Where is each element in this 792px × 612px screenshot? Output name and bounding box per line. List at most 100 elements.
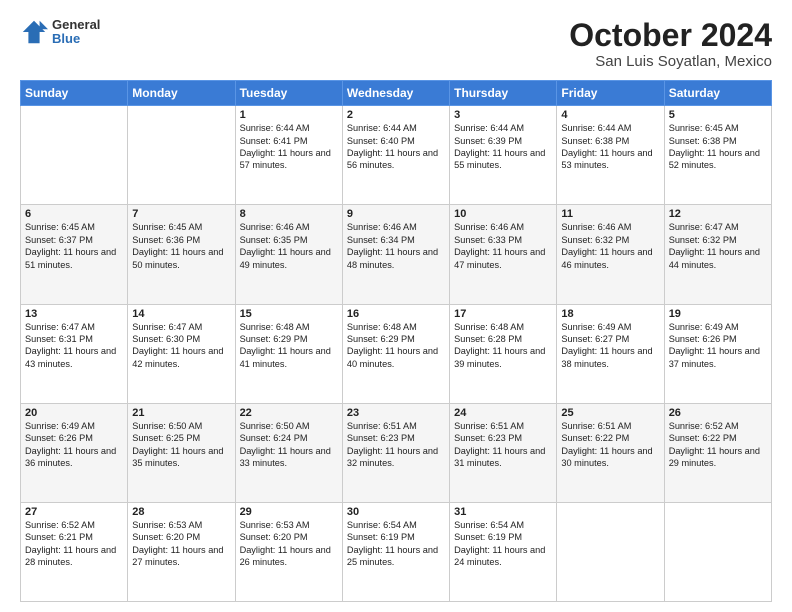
cell-text: Sunrise: 6:50 AMSunset: 6:24 PMDaylight:…: [240, 420, 338, 470]
calendar-cell: 10Sunrise: 6:46 AMSunset: 6:33 PMDayligh…: [450, 205, 557, 304]
cell-text: Sunrise: 6:46 AMSunset: 6:35 PMDaylight:…: [240, 221, 338, 271]
calendar-cell: 9Sunrise: 6:46 AMSunset: 6:34 PMDaylight…: [342, 205, 449, 304]
day-number: 26: [669, 407, 767, 419]
weekday-header-tuesday: Tuesday: [235, 81, 342, 106]
calendar-cell: 1Sunrise: 6:44 AMSunset: 6:41 PMDaylight…: [235, 106, 342, 205]
cell-text: Sunrise: 6:46 AMSunset: 6:32 PMDaylight:…: [561, 221, 659, 271]
cell-text: Sunrise: 6:45 AMSunset: 6:38 PMDaylight:…: [669, 122, 767, 172]
calendar-cell: 29Sunrise: 6:53 AMSunset: 6:20 PMDayligh…: [235, 502, 342, 601]
day-number: 25: [561, 407, 659, 419]
day-number: 11: [561, 208, 659, 220]
calendar-cell: 21Sunrise: 6:50 AMSunset: 6:25 PMDayligh…: [128, 403, 235, 502]
weekday-header-thursday: Thursday: [450, 81, 557, 106]
cell-text: Sunrise: 6:47 AMSunset: 6:30 PMDaylight:…: [132, 321, 230, 371]
cell-text: Sunrise: 6:54 AMSunset: 6:19 PMDaylight:…: [454, 519, 552, 569]
day-number: 29: [240, 506, 338, 518]
month-title: October 2024: [569, 18, 772, 53]
calendar-cell: 4Sunrise: 6:44 AMSunset: 6:38 PMDaylight…: [557, 106, 664, 205]
cell-text: Sunrise: 6:52 AMSunset: 6:21 PMDaylight:…: [25, 519, 123, 569]
day-number: 22: [240, 407, 338, 419]
calendar-cell: 7Sunrise: 6:45 AMSunset: 6:36 PMDaylight…: [128, 205, 235, 304]
calendar-cell: 2Sunrise: 6:44 AMSunset: 6:40 PMDaylight…: [342, 106, 449, 205]
cell-text: Sunrise: 6:50 AMSunset: 6:25 PMDaylight:…: [132, 420, 230, 470]
calendar-cell: 15Sunrise: 6:48 AMSunset: 6:29 PMDayligh…: [235, 304, 342, 403]
day-number: 4: [561, 109, 659, 121]
cell-text: Sunrise: 6:48 AMSunset: 6:28 PMDaylight:…: [454, 321, 552, 371]
cell-text: Sunrise: 6:47 AMSunset: 6:32 PMDaylight:…: [669, 221, 767, 271]
day-number: 21: [132, 407, 230, 419]
cell-text: Sunrise: 6:49 AMSunset: 6:26 PMDaylight:…: [25, 420, 123, 470]
day-number: 6: [25, 208, 123, 220]
logo: General Blue: [20, 18, 100, 47]
weekday-header-friday: Friday: [557, 81, 664, 106]
day-number: 24: [454, 407, 552, 419]
day-number: 8: [240, 208, 338, 220]
day-number: 15: [240, 308, 338, 320]
day-number: 1: [240, 109, 338, 121]
calendar-week-5: 27Sunrise: 6:52 AMSunset: 6:21 PMDayligh…: [21, 502, 772, 601]
cell-text: Sunrise: 6:45 AMSunset: 6:36 PMDaylight:…: [132, 221, 230, 271]
cell-text: Sunrise: 6:46 AMSunset: 6:33 PMDaylight:…: [454, 221, 552, 271]
day-number: 12: [669, 208, 767, 220]
calendar-week-4: 20Sunrise: 6:49 AMSunset: 6:26 PMDayligh…: [21, 403, 772, 502]
calendar-week-1: 1Sunrise: 6:44 AMSunset: 6:41 PMDaylight…: [21, 106, 772, 205]
calendar-cell: 3Sunrise: 6:44 AMSunset: 6:39 PMDaylight…: [450, 106, 557, 205]
day-number: 2: [347, 109, 445, 121]
header: General Blue October 2024 San Luis Soyat…: [20, 18, 772, 70]
cell-text: Sunrise: 6:44 AMSunset: 6:41 PMDaylight:…: [240, 122, 338, 172]
weekday-header-monday: Monday: [128, 81, 235, 106]
calendar-cell: [21, 106, 128, 205]
weekday-header-sunday: Sunday: [21, 81, 128, 106]
page: General Blue October 2024 San Luis Soyat…: [0, 0, 792, 612]
logo-icon: [20, 18, 48, 46]
cell-text: Sunrise: 6:49 AMSunset: 6:26 PMDaylight:…: [669, 321, 767, 371]
calendar-cell: [664, 502, 771, 601]
calendar-table: SundayMondayTuesdayWednesdayThursdayFrid…: [20, 80, 772, 602]
calendar-cell: 26Sunrise: 6:52 AMSunset: 6:22 PMDayligh…: [664, 403, 771, 502]
calendar-cell: 27Sunrise: 6:52 AMSunset: 6:21 PMDayligh…: [21, 502, 128, 601]
calendar-cell: 14Sunrise: 6:47 AMSunset: 6:30 PMDayligh…: [128, 304, 235, 403]
day-number: 31: [454, 506, 552, 518]
day-number: 5: [669, 109, 767, 121]
weekday-header-row: SundayMondayTuesdayWednesdayThursdayFrid…: [21, 81, 772, 106]
day-number: 17: [454, 308, 552, 320]
cell-text: Sunrise: 6:51 AMSunset: 6:23 PMDaylight:…: [347, 420, 445, 470]
calendar-cell: 6Sunrise: 6:45 AMSunset: 6:37 PMDaylight…: [21, 205, 128, 304]
cell-text: Sunrise: 6:53 AMSunset: 6:20 PMDaylight:…: [240, 519, 338, 569]
day-number: 14: [132, 308, 230, 320]
calendar-week-2: 6Sunrise: 6:45 AMSunset: 6:37 PMDaylight…: [21, 205, 772, 304]
calendar-cell: 11Sunrise: 6:46 AMSunset: 6:32 PMDayligh…: [557, 205, 664, 304]
cell-text: Sunrise: 6:51 AMSunset: 6:23 PMDaylight:…: [454, 420, 552, 470]
cell-text: Sunrise: 6:52 AMSunset: 6:22 PMDaylight:…: [669, 420, 767, 470]
calendar-cell: 12Sunrise: 6:47 AMSunset: 6:32 PMDayligh…: [664, 205, 771, 304]
calendar-cell: 5Sunrise: 6:45 AMSunset: 6:38 PMDaylight…: [664, 106, 771, 205]
logo-blue: Blue: [52, 32, 100, 46]
cell-text: Sunrise: 6:45 AMSunset: 6:37 PMDaylight:…: [25, 221, 123, 271]
logo-general: General: [52, 18, 100, 32]
day-number: 27: [25, 506, 123, 518]
day-number: 16: [347, 308, 445, 320]
day-number: 10: [454, 208, 552, 220]
cell-text: Sunrise: 6:49 AMSunset: 6:27 PMDaylight:…: [561, 321, 659, 371]
day-number: 7: [132, 208, 230, 220]
location: San Luis Soyatlan, Mexico: [569, 53, 772, 70]
day-number: 18: [561, 308, 659, 320]
day-number: 20: [25, 407, 123, 419]
calendar-cell: 16Sunrise: 6:48 AMSunset: 6:29 PMDayligh…: [342, 304, 449, 403]
day-number: 30: [347, 506, 445, 518]
weekday-header-saturday: Saturday: [664, 81, 771, 106]
cell-text: Sunrise: 6:48 AMSunset: 6:29 PMDaylight:…: [240, 321, 338, 371]
calendar-cell: 18Sunrise: 6:49 AMSunset: 6:27 PMDayligh…: [557, 304, 664, 403]
cell-text: Sunrise: 6:46 AMSunset: 6:34 PMDaylight:…: [347, 221, 445, 271]
calendar-cell: [557, 502, 664, 601]
calendar-cell: 20Sunrise: 6:49 AMSunset: 6:26 PMDayligh…: [21, 403, 128, 502]
calendar-week-3: 13Sunrise: 6:47 AMSunset: 6:31 PMDayligh…: [21, 304, 772, 403]
day-number: 28: [132, 506, 230, 518]
day-number: 23: [347, 407, 445, 419]
calendar-cell: [128, 106, 235, 205]
cell-text: Sunrise: 6:48 AMSunset: 6:29 PMDaylight:…: [347, 321, 445, 371]
calendar-cell: 8Sunrise: 6:46 AMSunset: 6:35 PMDaylight…: [235, 205, 342, 304]
calendar-cell: 19Sunrise: 6:49 AMSunset: 6:26 PMDayligh…: [664, 304, 771, 403]
day-number: 3: [454, 109, 552, 121]
calendar-cell: 30Sunrise: 6:54 AMSunset: 6:19 PMDayligh…: [342, 502, 449, 601]
